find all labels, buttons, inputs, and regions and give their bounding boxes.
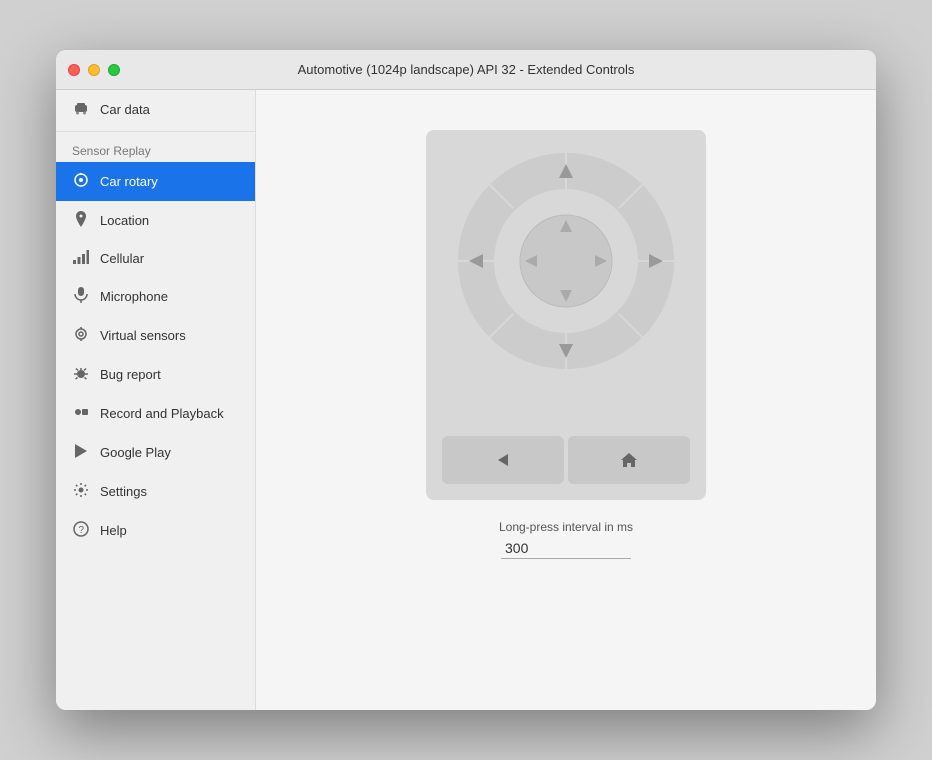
sidebar-item-microphone[interactable]: Microphone bbox=[56, 277, 255, 316]
cellular-icon bbox=[72, 250, 90, 267]
interval-input[interactable] bbox=[501, 538, 631, 559]
minimize-button[interactable] bbox=[88, 64, 100, 76]
car-icon bbox=[72, 100, 90, 119]
rotary-bottom-buttons bbox=[442, 436, 690, 484]
maximize-button[interactable] bbox=[108, 64, 120, 76]
record-icon bbox=[72, 404, 90, 423]
sidebar-label-virtual-sensors: Virtual sensors bbox=[100, 328, 186, 343]
sidebar-label-car-data: Car data bbox=[100, 102, 150, 117]
interval-label: Long-press interval in ms bbox=[499, 520, 633, 534]
svg-text:?: ? bbox=[79, 525, 85, 536]
sidebar-item-car-data[interactable]: Car data bbox=[56, 90, 255, 129]
sidebar-label-microphone: Microphone bbox=[100, 289, 168, 304]
sidebar-item-google-play[interactable]: Google Play bbox=[56, 433, 255, 472]
sidebar-label-help: Help bbox=[100, 523, 127, 538]
back-button[interactable] bbox=[442, 436, 564, 484]
divider bbox=[56, 131, 255, 132]
traffic-lights bbox=[68, 64, 120, 76]
sidebar-item-help[interactable]: ? Help bbox=[56, 511, 255, 550]
virtual-sensors-icon bbox=[72, 326, 90, 345]
settings-icon bbox=[72, 482, 90, 501]
sidebar-label-cellular: Cellular bbox=[100, 251, 144, 266]
sidebar-label-location: Location bbox=[100, 213, 149, 228]
sidebar-item-settings[interactable]: Settings bbox=[56, 472, 255, 511]
bug-icon bbox=[72, 365, 90, 384]
rotary-widget bbox=[426, 130, 706, 500]
sidebar-label-bug-report: Bug report bbox=[100, 367, 161, 382]
app-window: Automotive (1024p landscape) API 32 - Ex… bbox=[56, 50, 876, 710]
sidebar-label-google-play: Google Play bbox=[100, 445, 171, 460]
main-panel: Long-press interval in ms bbox=[256, 90, 876, 710]
rotary-icon bbox=[72, 172, 90, 191]
sidebar-item-virtual-sensors[interactable]: Virtual sensors bbox=[56, 316, 255, 355]
google-play-icon bbox=[72, 443, 90, 462]
sidebar-label-car-rotary: Car rotary bbox=[100, 174, 158, 189]
rotary-control-svg bbox=[451, 146, 681, 376]
interval-section: Long-press interval in ms bbox=[426, 520, 706, 559]
sidebar-item-location[interactable]: Location bbox=[56, 201, 255, 240]
sidebar-item-car-rotary[interactable]: Car rotary bbox=[56, 162, 255, 201]
sidebar-item-bug-report[interactable]: Bug report bbox=[56, 355, 255, 394]
close-button[interactable] bbox=[68, 64, 80, 76]
sidebar-label-settings: Settings bbox=[100, 484, 147, 499]
sidebar-item-cellular[interactable]: Cellular bbox=[56, 240, 255, 277]
sidebar-section-sensor-replay: Sensor Replay bbox=[56, 134, 255, 162]
home-button[interactable] bbox=[568, 436, 690, 484]
titlebar: Automotive (1024p landscape) API 32 - Ex… bbox=[56, 50, 876, 90]
microphone-icon bbox=[72, 287, 90, 306]
sidebar-item-record-playback[interactable]: Record and Playback bbox=[56, 394, 255, 433]
location-icon bbox=[72, 211, 90, 230]
help-icon: ? bbox=[72, 521, 90, 540]
sidebar: Car data Sensor Replay Car rotary bbox=[56, 90, 256, 710]
sidebar-label-record-playback: Record and Playback bbox=[100, 406, 224, 421]
window-title: Automotive (1024p landscape) API 32 - Ex… bbox=[298, 62, 635, 77]
content-area: Car data Sensor Replay Car rotary bbox=[56, 90, 876, 710]
rotary-container: Long-press interval in ms bbox=[426, 130, 706, 559]
